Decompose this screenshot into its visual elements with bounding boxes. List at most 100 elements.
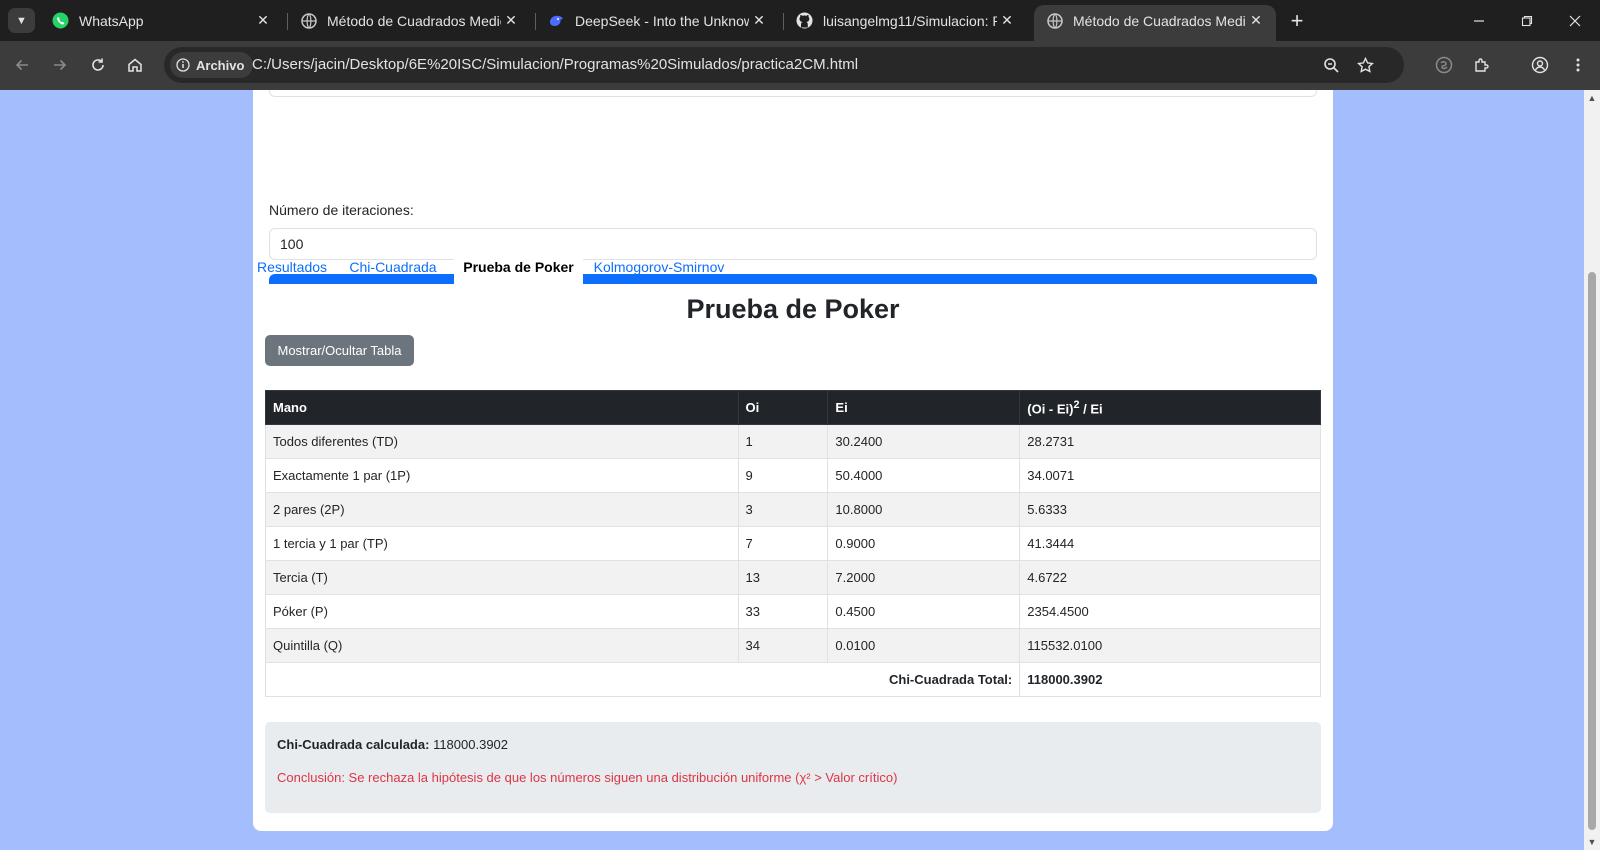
page-scrollbar[interactable]: ▲ ▼	[1584, 90, 1600, 850]
restore-icon	[1521, 15, 1533, 26]
browser-tab-strip: ▼ WhatsApp ✕ Método de Cuadrados Medios …	[0, 0, 1600, 41]
minimize-button[interactable]	[1456, 0, 1502, 41]
cell-oi: 9	[737, 458, 829, 493]
bookmark-star-icon[interactable]	[1354, 54, 1376, 76]
extensions-button[interactable]	[1468, 51, 1496, 79]
new-tab-button[interactable]: +	[1284, 8, 1310, 34]
total-row: Chi-Cuadrada Total: 118000.3902	[264, 662, 1321, 697]
cell-ei: 0.9000	[827, 526, 1021, 561]
browser-tab-cuadrados-active[interactable]: Método de Cuadrados Medios ✕	[1034, 5, 1276, 41]
reload-button[interactable]	[84, 51, 112, 79]
page-title: Prueba de Poker	[686, 294, 900, 324]
iterations-label: Número de iteraciones:	[269, 202, 414, 218]
cell-oi: 34	[737, 628, 829, 663]
cell-mano: 2 pares (2P)	[265, 492, 739, 527]
tab-search-button[interactable]: ▼	[8, 8, 35, 33]
home-icon	[128, 58, 142, 72]
close-icon[interactable]: ✕	[997, 11, 1017, 31]
chi-calculated-label: Chi-Cuadrada calculada:	[277, 737, 430, 752]
browser-tab-whatsapp[interactable]: WhatsApp ✕	[40, 5, 283, 36]
table-row: Póker (P) 33 0.4500 2354.4500	[265, 594, 1321, 629]
browser-tab-cuadrados-1[interactable]: Método de Cuadrados Medios ✕	[288, 5, 531, 36]
url-text[interactable]: C:/Users/jacin/Desktop/6E%20ISC/Simulaci…	[252, 56, 858, 73]
menu-button[interactable]	[1564, 51, 1592, 79]
scroll-down-icon[interactable]: ▼	[1587, 837, 1597, 847]
cell-chi: 5.6333	[1019, 492, 1321, 527]
arrow-right-icon	[54, 59, 67, 71]
plus-icon: +	[1290, 8, 1304, 33]
forward-button[interactable]	[46, 51, 74, 79]
cell-chi: 28.2731	[1019, 424, 1321, 459]
cell-ei: 7.2000	[827, 560, 1021, 595]
scrollbar-thumb[interactable]	[1588, 272, 1596, 830]
previous-input-field[interactable]	[269, 90, 1317, 97]
header-chi-denominator: / Ei	[1079, 401, 1103, 417]
results-tabs: Resultados Chi-Cuadrada Prueba de Poker …	[253, 249, 1333, 284]
cell-mano: Tercia (T)	[265, 560, 739, 595]
chi-calculated-line: Chi-Cuadrada calculada: 118000.3902	[277, 737, 508, 752]
tab-title: Método de Cuadrados Medios	[327, 12, 501, 29]
restore-button[interactable]	[1504, 0, 1550, 41]
tab-resultados[interactable]: Resultados	[253, 249, 331, 284]
header-chi-numerator: (Oi - Ei)	[1027, 401, 1074, 417]
close-icon[interactable]: ✕	[253, 11, 273, 31]
more-vertical-icon	[1576, 58, 1580, 72]
cell-mano: Exactamente 1 par (1P)	[265, 458, 739, 493]
chevron-down-icon: ▼	[16, 14, 27, 27]
whatsapp-icon	[52, 12, 69, 29]
cell-ei: 10.8000	[827, 492, 1021, 527]
minimize-icon	[1474, 19, 1484, 22]
zoom-icon[interactable]	[1320, 54, 1342, 76]
cell-ei: 0.0100	[827, 628, 1021, 663]
poker-test-panel: Prueba de Poker Mostrar/Ocultar Tabla Ma…	[253, 284, 1333, 831]
close-icon	[1569, 15, 1581, 26]
tab-chi-cuadrada[interactable]: Chi-Cuadrada	[339, 249, 447, 284]
table-row: 2 pares (2P) 3 10.8000 5.6333	[265, 492, 1321, 527]
address-bar[interactable]: Archivo C:/Users/jacin/Desktop/6E%20ISC/…	[164, 47, 1404, 83]
header-oi: Oi	[737, 390, 829, 425]
cell-oi: 33	[737, 594, 829, 629]
back-button[interactable]	[8, 51, 36, 79]
extension-button[interactable]	[1430, 51, 1458, 79]
cell-ei: 50.4000	[827, 458, 1021, 493]
cell-ei: 0.4500	[827, 594, 1021, 629]
tab-prueba-de-poker[interactable]: Prueba de Poker	[454, 249, 583, 284]
table-row: Tercia (T) 13 7.2000 4.6722	[265, 560, 1321, 595]
puzzle-icon	[1475, 58, 1489, 72]
github-icon	[796, 12, 813, 29]
cell-mano: Quintilla (Q)	[265, 628, 739, 663]
extension-swirl-icon	[1435, 56, 1453, 74]
chi-calculated-value: 118000.3902	[433, 737, 509, 752]
browser-tab-github[interactable]: luisangelmg11/Simulacion: Prac ✕	[784, 5, 1027, 36]
header-ei: Ei	[827, 390, 1021, 425]
profile-button[interactable]	[1526, 51, 1554, 79]
page-viewport: Número de iteraciones: Calcular Resultad…	[0, 90, 1584, 850]
cell-oi: 1	[737, 424, 829, 459]
header-mano: Mano	[265, 390, 739, 425]
table-row: Quintilla (Q) 34 0.0100 115532.0100	[265, 628, 1321, 663]
tab-kolmogorov-smirnov[interactable]: Kolmogorov-Smirnov	[589, 249, 729, 284]
home-button[interactable]	[121, 51, 149, 79]
cell-oi: 13	[737, 560, 829, 595]
close-icon[interactable]: ✕	[749, 11, 769, 31]
window-close-button[interactable]	[1552, 0, 1598, 41]
cell-chi: 41.3444	[1019, 526, 1321, 561]
cell-oi: 7	[737, 526, 829, 561]
total-value: 118000.3902	[1019, 662, 1321, 697]
conclusion-text: Conclusión: Se rechaza la hipótesis de q…	[277, 770, 898, 785]
close-icon[interactable]: ✕	[501, 11, 521, 31]
info-icon	[176, 58, 190, 72]
toggle-table-button[interactable]: Mostrar/Ocultar Tabla	[265, 335, 414, 366]
header-chi: (Oi - Ei)2 / Ei	[1019, 390, 1321, 425]
tab-title: luisangelmg11/Simulacion: Prac	[823, 12, 997, 29]
scroll-up-icon[interactable]: ▲	[1587, 93, 1597, 103]
cell-chi: 115532.0100	[1019, 628, 1321, 663]
close-icon[interactable]: ✕	[1246, 11, 1266, 31]
table-header-row: Mano Oi Ei (Oi - Ei)2 / Ei	[265, 390, 1321, 425]
cell-chi: 34.0071	[1019, 458, 1321, 493]
browser-toolbar: Archivo C:/Users/jacin/Desktop/6E%20ISC/…	[0, 41, 1600, 90]
browser-tab-deepseek[interactable]: DeepSeek - Into the Unknown ✕	[536, 5, 779, 36]
result-summary: Chi-Cuadrada calculada: 118000.3902 Conc…	[265, 722, 1321, 813]
site-info-chip[interactable]: Archivo	[170, 52, 254, 78]
table-row: 1 tercia y 1 par (TP) 7 0.9000 41.3444	[265, 526, 1321, 561]
